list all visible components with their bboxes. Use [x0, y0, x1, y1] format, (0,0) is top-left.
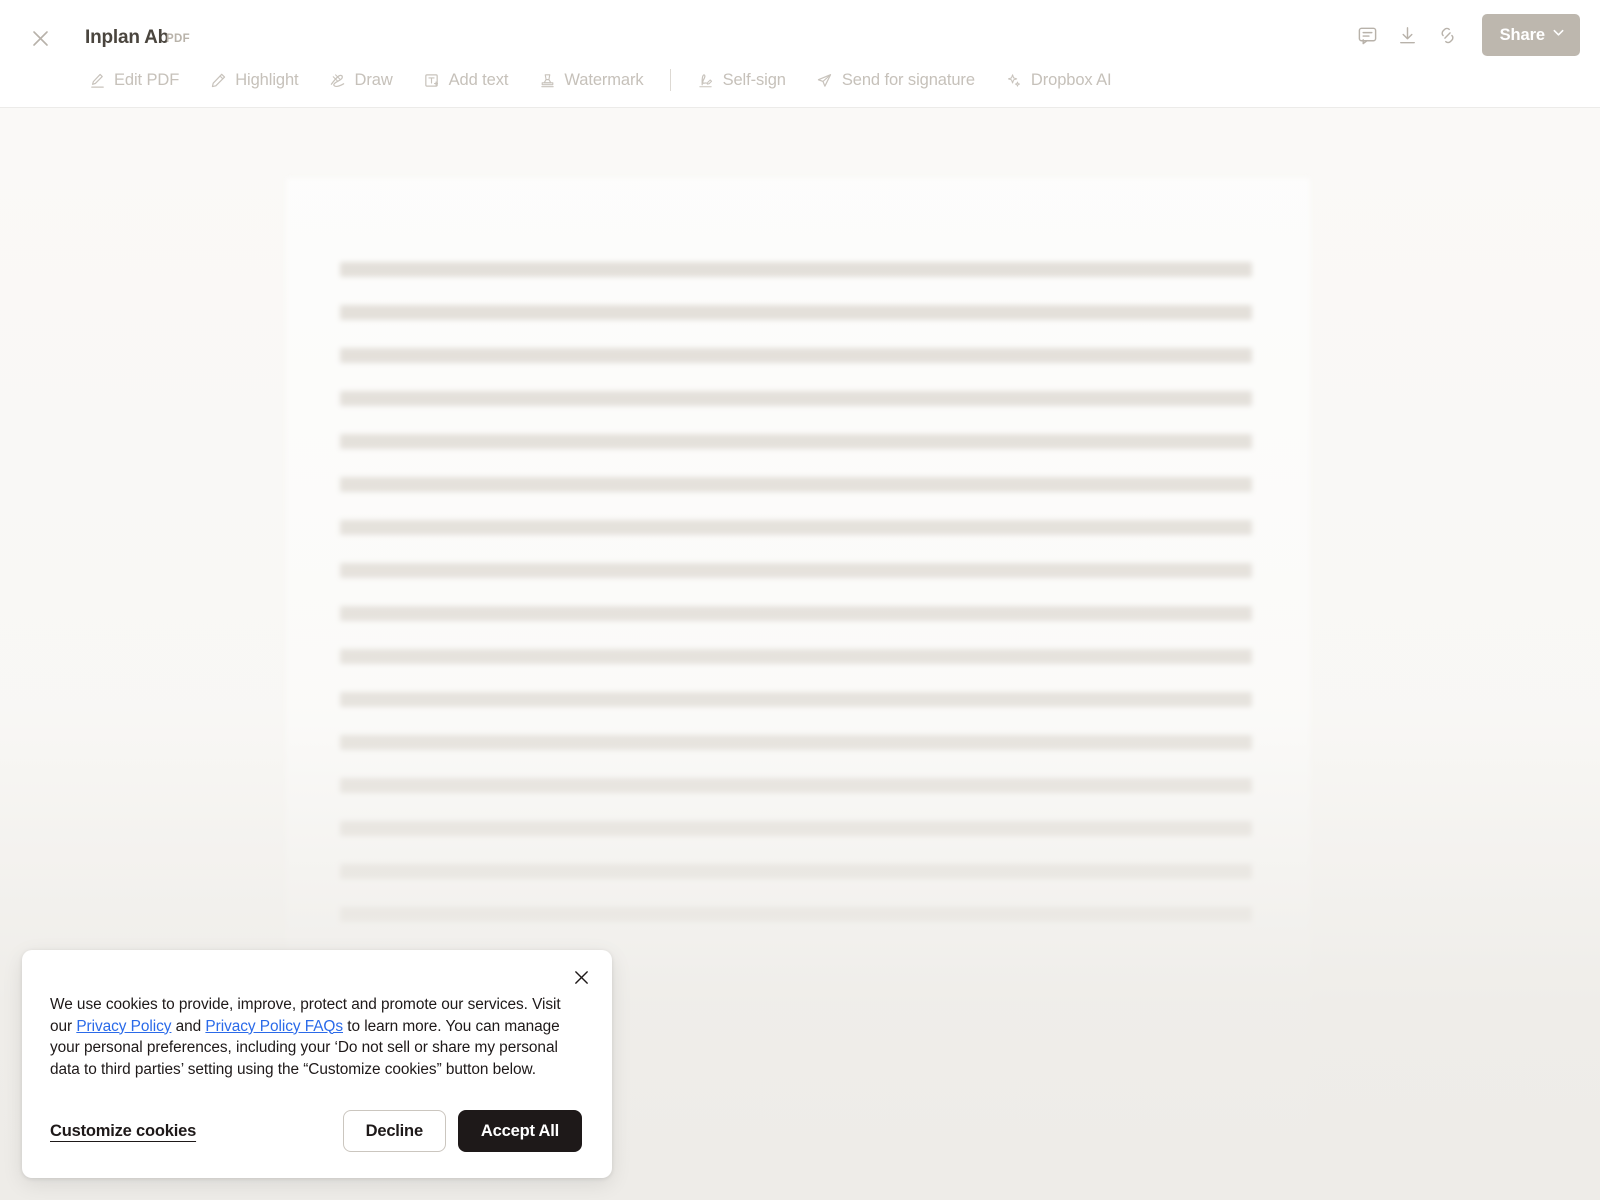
tool-watermark-label: Watermark [564, 70, 644, 89]
tool-draw[interactable]: Draw [319, 65, 403, 96]
download-button[interactable] [1388, 15, 1428, 55]
cookie-banner-button-group: Decline Accept All [342, 1110, 582, 1152]
cookie-banner-close-button[interactable] [566, 962, 596, 992]
header-actions: Share [1348, 14, 1580, 56]
download-icon [1397, 25, 1418, 46]
tool-send-for-signature[interactable]: Send for signature [806, 65, 985, 96]
tool-dropbox-ai-label: Dropbox AI [1030, 70, 1112, 89]
skeleton-line [340, 305, 1252, 320]
privacy-policy-link[interactable]: Privacy Policy [76, 1018, 171, 1035]
close-document-button[interactable] [24, 22, 56, 54]
skeleton-line [340, 606, 1252, 621]
skeleton-line [340, 434, 1252, 449]
skeleton-line [340, 348, 1252, 363]
skeleton-line [340, 735, 1252, 750]
skeleton-line [340, 778, 1252, 793]
tool-add-text[interactable]: Add text [413, 65, 519, 96]
share-button-label: Share [1499, 25, 1545, 44]
tool-edit-pdf[interactable]: Edit PDF [78, 65, 189, 96]
tool-highlight[interactable]: Highlight [199, 65, 308, 96]
paper-plane-icon [816, 71, 834, 89]
tool-highlight-label: Highlight [235, 70, 299, 89]
document-title: Inplan Ab [85, 27, 170, 48]
highlighter-pen-icon [209, 71, 227, 89]
tool-self-sign[interactable]: Self-sign [687, 65, 796, 96]
close-icon [573, 969, 590, 986]
pencil-underline-icon [88, 71, 106, 89]
skeleton-line [340, 821, 1252, 836]
decline-cookies-button[interactable]: Decline [342, 1110, 446, 1152]
text-box-plus-icon [423, 71, 441, 89]
cookie-text-part-2: and [171, 1017, 206, 1035]
tool-watermark[interactable]: Watermark [528, 65, 653, 96]
tool-draw-label: Draw [354, 70, 393, 89]
accept-all-cookies-button[interactable]: Accept All [457, 1110, 582, 1152]
skeleton-line [340, 520, 1252, 535]
tool-edit-pdf-label: Edit PDF [114, 70, 180, 89]
cookie-banner-actions: Customize cookies Decline Accept All [50, 1110, 582, 1152]
comment-button[interactable] [1348, 15, 1388, 55]
toolbar-divider [669, 69, 671, 91]
skeleton-line [340, 907, 1252, 922]
skeleton-line [340, 563, 1252, 578]
tool-dropbox-ai[interactable]: Dropbox AI [995, 65, 1122, 96]
tool-send-for-signature-label: Send for signature [841, 70, 975, 89]
share-button[interactable]: Share [1481, 14, 1580, 56]
customize-cookies-button[interactable]: Customize cookies [50, 1122, 196, 1141]
privacy-policy-faqs-link[interactable]: Privacy Policy FAQs [205, 1018, 343, 1035]
document-file-type: PDF [166, 33, 190, 45]
tool-self-sign-label: Self-sign [722, 70, 786, 89]
header-title-row: Inplan Ab PDF Share [0, 0, 1600, 68]
close-icon [31, 29, 50, 48]
editing-toolbar: Edit PDF Highlight Draw Add text Waterma… [78, 60, 1132, 100]
skeleton-line [340, 649, 1252, 664]
cookie-consent-banner: We use cookies to provide, improve, prot… [22, 950, 612, 1178]
sparkle-icon [1005, 71, 1023, 89]
app-header: Inplan Ab PDF Share Edit PDF Highlight D… [0, 0, 1600, 108]
skeleton-line [340, 477, 1252, 492]
watermark-stamp-icon [538, 71, 556, 89]
tool-add-text-label: Add text [448, 70, 509, 89]
skeleton-line [340, 391, 1252, 406]
comment-icon [1357, 25, 1378, 46]
skeleton-line [340, 864, 1252, 879]
signature-pen-icon [697, 71, 715, 89]
copy-link-button[interactable] [1428, 15, 1468, 55]
scribble-icon [329, 71, 347, 89]
chevron-down-icon [1552, 26, 1565, 44]
cookie-banner-text: We use cookies to provide, improve, prot… [50, 994, 582, 1080]
skeleton-line [340, 262, 1252, 277]
skeleton-line-group [340, 262, 1252, 950]
skeleton-line [340, 692, 1252, 707]
link-icon [1437, 25, 1458, 46]
